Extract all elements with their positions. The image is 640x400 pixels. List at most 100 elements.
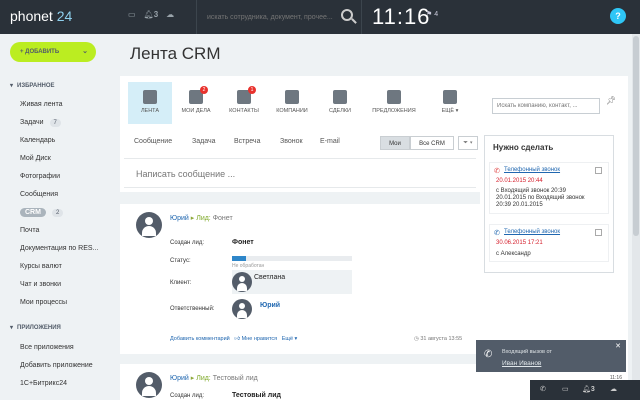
- tab-feed[interactable]: ЛЕНТА: [128, 82, 172, 124]
- client-box: Светлана: [232, 270, 352, 294]
- feed-post: Юрий ▸ Лид: Фонет Создан лид: Фонет Стат…: [120, 204, 480, 354]
- todo-item-date: 20.01.2015 20:44: [496, 178, 543, 184]
- sidebar-item-1c-bitrix[interactable]: 1С+Битрикс24: [20, 380, 67, 387]
- more-link[interactable]: Ещё: [282, 336, 293, 342]
- status-progress: [232, 256, 352, 261]
- todo-item: ✆ Телефонный звонок 30.06.2015 17:21 с А…: [489, 224, 609, 262]
- notifications-count: 3: [590, 386, 595, 393]
- post-actions: Добавить комментарий 👍︎ Мне нравится Ещё…: [170, 336, 298, 342]
- like-link[interactable]: Мне нравится: [242, 336, 278, 342]
- logo-text: phonet: [10, 8, 53, 24]
- client-avatar: [232, 272, 252, 292]
- sidebar-item-add-app[interactable]: Добавить приложение: [20, 362, 93, 369]
- tab-contacts[interactable]: 1 КОНТАКТЫ: [222, 82, 266, 124]
- sidebar-item-documentation[interactable]: Документация по RES...: [20, 245, 98, 252]
- crm-nav: ЛЕНТА 2 МОИ ДЕЛА 1 КОНТАКТЫ КОМПАНИИ СДЕЛК…: [128, 82, 600, 124]
- filter-button[interactable]: ⏷ ▾: [458, 136, 478, 150]
- sidebar-item-live-feed[interactable]: Живая лента: [20, 101, 63, 108]
- tab-more[interactable]: ЕЩЁ ▾: [428, 82, 472, 124]
- filter-my-button[interactable]: Мои: [380, 136, 410, 150]
- global-search-input[interactable]: [207, 10, 337, 24]
- cloud-icon[interactable]: ☁: [610, 385, 617, 393]
- post-author-link[interactable]: Юрий: [170, 215, 189, 222]
- sidebar-item-messages[interactable]: Сообщения: [20, 191, 58, 198]
- tab-my-tasks[interactable]: 2 МОИ ДЕЛА: [174, 82, 218, 124]
- scrollbar-thumb[interactable]: [633, 36, 639, 236]
- companies-icon: [285, 90, 299, 104]
- tab-label: ПРЕДЛОЖЕНИЯ: [372, 108, 416, 114]
- sidebar-item-my-drive[interactable]: Мой Диск: [20, 155, 51, 162]
- phone-icon[interactable]: ✆: [540, 385, 546, 393]
- lead-label: Лид:: [196, 375, 211, 382]
- compose-tab-message[interactable]: Сообщение: [134, 138, 172, 145]
- sidebar-item-label: CRM: [20, 208, 46, 217]
- collapse-icon: ▾: [10, 325, 14, 331]
- compose-tab-call[interactable]: Звонок: [280, 138, 303, 145]
- sidebar-item-photos[interactable]: Фотографии: [20, 173, 60, 180]
- post-date-text: 31 августа 13:55: [420, 336, 463, 342]
- tab-companies[interactable]: КОМПАНИИ: [270, 82, 314, 124]
- todo-item: ✆ Телефонный звонок 20.01.2015 20:44 с В…: [489, 162, 609, 214]
- page-scrollbar[interactable]: [632, 34, 640, 380]
- search-icon[interactable]: [341, 9, 353, 21]
- flag-counter[interactable]: ⚑ 4: [426, 10, 438, 18]
- created-value: Фонет: [232, 239, 254, 246]
- sidebar-item-chat-calls[interactable]: Чат и звонки: [20, 281, 61, 288]
- add-button[interactable]: + ДОБАВИТЬ ⌄: [10, 42, 96, 62]
- phone-icon: ✆: [494, 230, 500, 237]
- tab-offers[interactable]: ПРЕДЛОЖЕНИЯ: [366, 82, 422, 124]
- notifications-icon[interactable]: 🔔︎3: [582, 385, 595, 393]
- created-label: Создан лид:: [170, 240, 205, 246]
- apps-section-title[interactable]: ▾ ПРИЛОЖЕНИЯ: [10, 324, 61, 331]
- chat-icon[interactable]: ▭: [562, 385, 569, 393]
- responsible-name[interactable]: Юрий: [260, 302, 280, 309]
- compose-tab-meeting[interactable]: Встреча: [234, 138, 260, 145]
- notifications-icon[interactable]: 🔔︎3: [144, 10, 159, 19]
- compose-tab-email[interactable]: E-mail: [320, 138, 340, 145]
- lead-name-link[interactable]: Фонет: [213, 215, 233, 222]
- favorites-section-title[interactable]: ▾ ИЗБРАННОЕ: [10, 82, 55, 89]
- post-author-link[interactable]: Юрий: [170, 375, 189, 382]
- tab-label: СДЕЛКИ: [328, 108, 351, 114]
- crm-search-input[interactable]: [492, 98, 600, 114]
- add-comment-link[interactable]: Добавить комментарий: [170, 336, 230, 342]
- sidebar-item-calendar[interactable]: Календарь: [20, 137, 55, 144]
- sidebar-item-my-processes[interactable]: Мои процессы: [20, 299, 67, 306]
- sidebar-item-label: Задачи: [20, 119, 44, 126]
- sidebar-item-currency-rates[interactable]: Курсы валют: [20, 263, 62, 270]
- todo-item-title[interactable]: Телефонный звонок: [504, 229, 560, 235]
- cloud-icon[interactable]: ☁: [166, 10, 174, 19]
- contacts-icon: 1: [237, 86, 256, 104]
- tab-label: КОНТАКТЫ: [229, 108, 259, 114]
- filter-all-crm-button[interactable]: Все CRM: [410, 136, 454, 150]
- created-value: Тестовый лид: [232, 392, 281, 399]
- write-message-input[interactable]: Написать сообщение ...: [124, 158, 476, 188]
- help-button[interactable]: ?: [610, 8, 626, 24]
- logo[interactable]: phonet 24: [10, 8, 72, 24]
- sidebar-item-all-apps[interactable]: Все приложения: [20, 344, 74, 351]
- sidebar-item-mail[interactable]: Почта: [20, 227, 39, 234]
- top-icons: ▭ 🔔︎3 ☁: [128, 10, 174, 19]
- caller-name-link[interactable]: Иван Иванов: [502, 360, 541, 367]
- more-icon: [443, 90, 457, 104]
- client-name[interactable]: Светлана: [254, 274, 285, 281]
- tab-label: ЕЩЁ: [441, 108, 455, 114]
- sidebar-item-crm[interactable]: CRM 2: [20, 208, 64, 217]
- avatar: [136, 372, 162, 398]
- lead-name-link[interactable]: Тестовый лид: [213, 375, 258, 382]
- todo-item-title[interactable]: Телефонный звонок: [504, 167, 560, 173]
- chat-icon[interactable]: ▭: [128, 10, 136, 19]
- todo-checkbox[interactable]: [595, 229, 602, 236]
- sidebar-item-tasks[interactable]: Задачи 7: [20, 119, 61, 127]
- pin-icon[interactable]: 📌︎: [606, 96, 616, 105]
- close-icon[interactable]: ✕: [615, 342, 621, 350]
- compose-tab-task[interactable]: Задача: [192, 138, 216, 145]
- status-progress-fill: [232, 256, 247, 261]
- todo-checkbox[interactable]: [595, 167, 602, 174]
- created-label: Создан лид:: [170, 393, 205, 399]
- like-icon: 👍︎: [234, 336, 241, 342]
- call-notification[interactable]: ✆ Входящий вызов от Иван Иванов ✕ 11:16: [476, 340, 626, 381]
- tab-deals[interactable]: СДЕЛКИ: [318, 82, 362, 124]
- post-date: ◷ 31 августа 13:55: [414, 336, 462, 342]
- post-header: Юрий ▸ Лид: Фонет: [170, 214, 233, 222]
